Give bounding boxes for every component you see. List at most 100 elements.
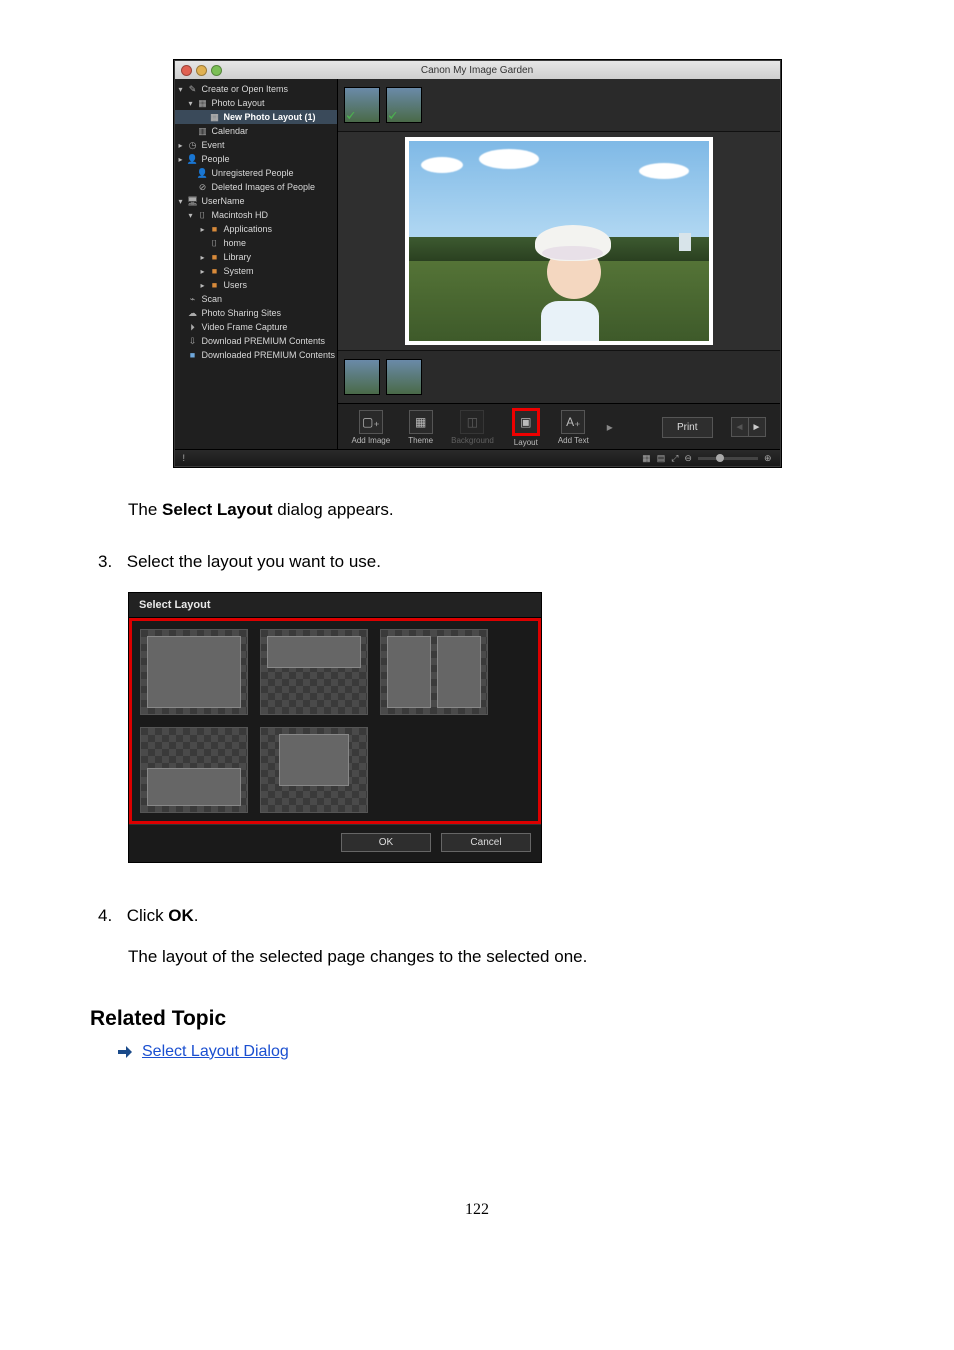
view-mode-list-icon[interactable]: ▤ [657, 453, 666, 464]
folder-icon: ■ [209, 223, 221, 235]
main-area: ▢₊ Add Image ▦ Theme ◫ Background ▣ Layo… [338, 79, 780, 450]
sidebar-item-label: Photo Layout [212, 98, 265, 108]
share-icon: ☁ [187, 307, 199, 319]
sidebar-item-label: Photo Sharing Sites [202, 308, 282, 318]
sidebar-item-5[interactable]: ▸👤People [175, 152, 337, 166]
step-3: 3. Select the layout you want to use. [98, 549, 954, 575]
page-thumbnail-1[interactable] [344, 359, 380, 395]
sidebar: ▾✎Create or Open Items▾▦Photo Layout▦New… [175, 79, 338, 450]
sidebar-item-2[interactable]: ▦New Photo Layout (1) [175, 110, 337, 124]
drive-icon: ⌷ [197, 209, 209, 221]
theme-label: Theme [408, 436, 433, 445]
sidebar-item-17[interactable]: ⏵Video Frame Capture [175, 320, 337, 334]
status-indicator: ! [183, 453, 186, 463]
arrow-right-icon [118, 1046, 132, 1058]
sidebar-item-label: Macintosh HD [212, 210, 269, 220]
sidebar-item-label: Unregistered People [212, 168, 294, 178]
disclosure-arrow-icon: ▾ [189, 211, 197, 220]
grid-icon: ▦ [197, 97, 209, 109]
sidebar-item-label: Scan [202, 294, 223, 304]
print-button[interactable]: Print [662, 417, 713, 438]
app-window-figure: Canon My Image Garden ▾✎Create or Open I… [174, 60, 781, 467]
sidebar-item-9[interactable]: ▾⌷Macintosh HD [175, 208, 337, 222]
sidebar-item-label: System [224, 266, 254, 276]
sidebar-item-label: People [202, 154, 230, 164]
dialog-ok-button[interactable]: OK [341, 833, 431, 852]
related-topic-link[interactable]: Select Layout Dialog [142, 1043, 289, 1061]
layout-option-1[interactable] [140, 629, 248, 715]
status-bar: ! ▦ ▤ ⤢ ⊖ ⊕ [175, 449, 780, 466]
disclosure-arrow-icon: ▾ [189, 99, 197, 108]
layout-button[interactable]: ▣ Layout [512, 408, 540, 447]
layout-option-4[interactable] [140, 727, 248, 813]
layout-option-2[interactable] [260, 629, 368, 715]
sidebar-item-12[interactable]: ▸■Library [175, 250, 337, 264]
view-mode-grid-icon[interactable]: ▦ [642, 453, 651, 464]
sidebar-item-4[interactable]: ▸◷Event [175, 138, 337, 152]
sidebar-item-label: Library [224, 252, 252, 262]
page-thumbnail-2[interactable] [386, 359, 422, 395]
sidebar-item-19[interactable]: ■Downloaded PREMIUM Contents [175, 348, 337, 362]
layout-option-3[interactable] [380, 629, 488, 715]
sidebar-item-8[interactable]: ▾🖥UserName [175, 194, 337, 208]
sidebar-item-10[interactable]: ▸■Applications [175, 222, 337, 236]
related-topic-heading: Related Topic [90, 1007, 954, 1031]
add-image-label: Add Image [352, 436, 391, 445]
zoom-out-icon[interactable]: ⊖ [684, 453, 692, 464]
toolbar: ▢₊ Add Image ▦ Theme ◫ Background ▣ Layo… [338, 403, 780, 450]
sidebar-item-3[interactable]: ▥Calendar [175, 124, 337, 138]
sidebar-item-label: New Photo Layout (1) [224, 112, 316, 122]
thumbnail-1[interactable] [344, 87, 380, 123]
disclosure-arrow-icon: ▸ [201, 253, 209, 262]
disclosure-arrow-icon: ▸ [201, 267, 209, 276]
background-icon: ◫ [460, 410, 484, 434]
zoom-slider[interactable] [698, 457, 758, 460]
sidebar-item-13[interactable]: ▸■System [175, 264, 337, 278]
select-layout-dialog-figure: Select Layout [128, 592, 542, 863]
thumbnail-strip-bottom [338, 350, 780, 403]
add-text-label: Add Text [558, 436, 589, 445]
background-label: Background [451, 436, 494, 445]
dialog-cancel-button[interactable]: Cancel [441, 833, 531, 852]
window-title: Canon My Image Garden [175, 65, 780, 76]
toolbar-more-icon[interactable]: ▸ [607, 420, 613, 434]
sidebar-item-1[interactable]: ▾▦Photo Layout [175, 96, 337, 110]
grid-icon: ▦ [209, 111, 221, 123]
sidebar-item-6[interactable]: 👤Unregistered People [175, 166, 337, 180]
sidebar-item-label: Applications [224, 224, 273, 234]
sidebar-item-14[interactable]: ▸■Users [175, 278, 337, 292]
step-3-number: 3. [98, 549, 122, 575]
sidebar-item-label: Create or Open Items [202, 84, 289, 94]
sidebar-item-11[interactable]: ⌷home [175, 236, 337, 250]
disclosure-arrow-icon: ▸ [201, 225, 209, 234]
step-4: 4. Click OK. [98, 903, 954, 929]
nav-next-icon[interactable]: ► [748, 418, 765, 436]
dialog-title: Select Layout [129, 593, 541, 618]
computer-icon: 🖥 [187, 195, 199, 207]
add-text-button[interactable]: A₊ Add Text [558, 410, 589, 445]
add-image-button[interactable]: ▢₊ Add Image [352, 410, 391, 445]
drive-icon: ⌷ [209, 237, 221, 249]
sidebar-item-7[interactable]: ⊘Deleted Images of People [175, 180, 337, 194]
sidebar-item-label: Calendar [212, 126, 249, 136]
thumbnail-2[interactable] [386, 87, 422, 123]
layout-option-5[interactable] [260, 727, 368, 813]
zoom-in-icon[interactable]: ⊕ [764, 453, 772, 464]
sidebar-item-15[interactable]: ⌁Scan [175, 292, 337, 306]
add-image-icon: ▢₊ [359, 410, 383, 434]
nav-prev-icon[interactable]: ◄ [732, 418, 748, 436]
disclosure-arrow-icon: ▾ [179, 197, 187, 206]
page-number: 122 [0, 1201, 954, 1219]
sidebar-item-16[interactable]: ☁Photo Sharing Sites [175, 306, 337, 320]
sidebar-item-18[interactable]: ⇩Download PREMIUM Contents [175, 334, 337, 348]
step-4-text: Click OK. [127, 906, 199, 925]
person-icon: 👤 [187, 153, 199, 165]
sidebar-item-label: Downloaded PREMIUM Contents [202, 350, 336, 360]
sidebar-item-label: Deleted Images of People [212, 182, 316, 192]
sidebar-item-0[interactable]: ▾✎Create or Open Items [175, 82, 337, 96]
folder-icon: ■ [209, 279, 221, 291]
pencil-icon: ✎ [187, 83, 199, 95]
theme-button[interactable]: ▦ Theme [408, 410, 433, 445]
zoom-fit-icon[interactable]: ⤢ [671, 453, 678, 464]
layout-canvas[interactable] [338, 132, 780, 350]
